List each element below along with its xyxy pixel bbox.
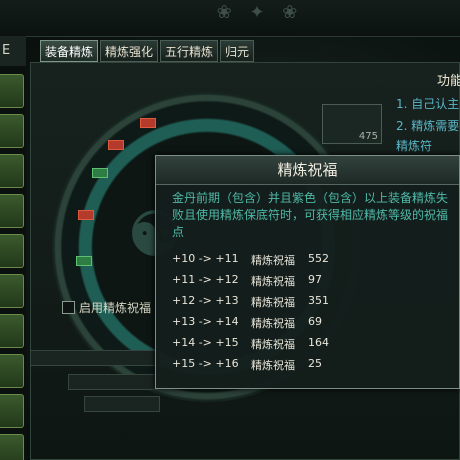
- sidebar-button-8[interactable]: [0, 354, 24, 388]
- blessing-label: 精炼祝福: [251, 359, 295, 372]
- slot-count: 475: [358, 131, 378, 142]
- refine-level-range: +13 -> +14: [172, 315, 239, 328]
- refine-blessing-tooltip: 精炼祝福 金丹前期（包含）并且紫色（包含）以上装备精炼失败且使用精炼保底符时，可…: [155, 155, 460, 389]
- material-strip-1: [30, 350, 160, 366]
- cloud-ornament-icon: ❀ ✦ ❀: [216, 2, 304, 23]
- material-strip-2: [68, 374, 160, 390]
- blessing-points: 69: [308, 315, 322, 328]
- equipment-slot[interactable]: 475: [322, 104, 382, 144]
- tab-refine-enhance[interactable]: 精炼强化: [100, 40, 159, 62]
- sidebar-button-3[interactable]: [0, 154, 24, 188]
- blessing-checkbox-label: 启用精炼祝福: [79, 300, 152, 315]
- blessing-option: 启用精炼祝福: [62, 298, 151, 316]
- sidebar-button-5[interactable]: [0, 234, 24, 268]
- blessing-points: 351: [308, 294, 329, 307]
- trigram-mark-icon: [108, 140, 124, 150]
- left-sidebar-header: E: [0, 36, 26, 66]
- tooltip-title: 精炼祝福: [277, 161, 338, 179]
- blessing-label: 精炼祝福: [251, 275, 295, 288]
- tooltip-description: 金丹前期（包含）并且紫色（包含）以上装备精炼失败且使用精炼保底符时，可获得相应精…: [172, 191, 449, 239]
- sidebar-button-10[interactable]: [0, 434, 24, 460]
- refine-level-range: +11 -> +12: [172, 273, 239, 286]
- sidebar-button-1[interactable]: [0, 74, 24, 108]
- sidebar-button-2[interactable]: [0, 114, 24, 148]
- blessing-label: 精炼祝福: [251, 317, 295, 330]
- refine-level-range: +14 -> +15: [172, 336, 239, 349]
- refine-level-range: +15 -> +16: [172, 357, 239, 370]
- material-strip-3: [84, 396, 160, 412]
- sidebar-button-9[interactable]: [0, 394, 24, 428]
- top-ornament-band: ❀ ✦ ❀: [0, 0, 460, 37]
- sidebar-button-7[interactable]: [0, 314, 24, 348]
- trigram-mark-icon: [140, 118, 156, 128]
- tab-equip-refine[interactable]: 装备精炼: [40, 40, 99, 62]
- refine-level-range: +12 -> +13: [172, 294, 239, 307]
- function-line-1: 1. 自己认主: [396, 97, 460, 111]
- function-line-2: 2. 精炼需要: [396, 119, 460, 133]
- trigram-mark-icon: [92, 168, 108, 178]
- sidebar-button-6[interactable]: [0, 274, 24, 308]
- blessing-label: 精炼祝福: [251, 338, 295, 351]
- refine-level-range: +10 -> +11: [172, 252, 239, 265]
- blessing-points: 25: [308, 357, 322, 370]
- refine-window: ❀ ✦ ❀ E 装备精炼 精炼强化 五行精炼 归元 ☯ 475 启用精炼祝福 功…: [0, 0, 460, 460]
- blessing-label: 精炼祝福: [251, 296, 295, 309]
- function-line-3: 精炼符: [396, 139, 433, 153]
- blessing-checkbox[interactable]: [62, 300, 75, 314]
- blessing-points: 552: [308, 252, 329, 265]
- tab-five-element-refine[interactable]: 五行精炼: [160, 40, 219, 62]
- tab-bar: 装备精炼 精炼强化 五行精炼 归元: [40, 40, 255, 62]
- blessing-points: 97: [308, 273, 322, 286]
- blessing-points: 164: [308, 336, 329, 349]
- trigram-mark-icon: [78, 210, 94, 220]
- tab-return-origin[interactable]: 归元: [220, 40, 255, 62]
- function-title: 功能: [437, 74, 460, 89]
- blessing-label: 精炼祝福: [251, 254, 295, 267]
- trigram-mark-icon: [76, 256, 92, 266]
- sidebar-button-4[interactable]: [0, 194, 24, 228]
